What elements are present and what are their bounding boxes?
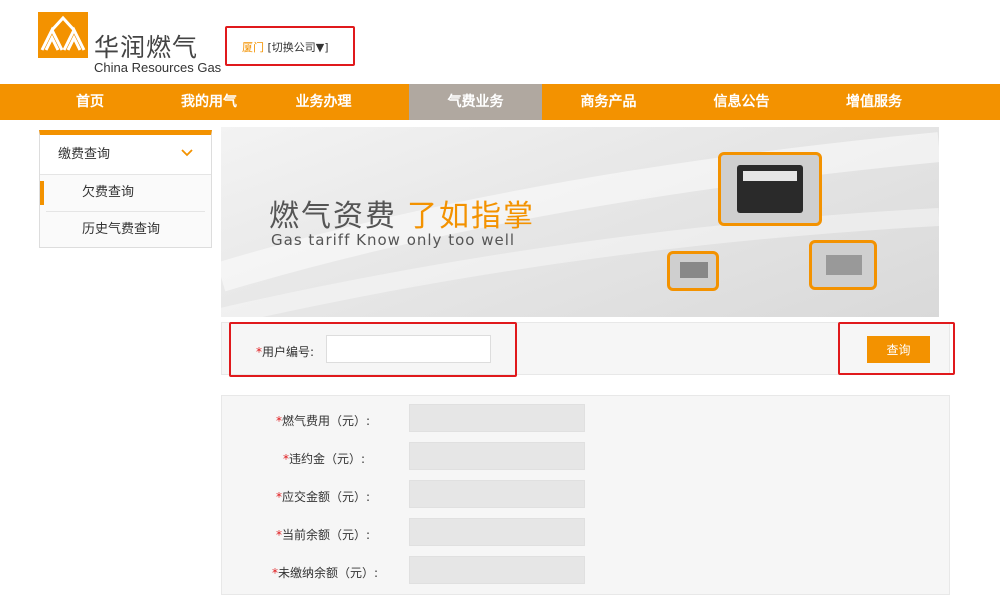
- user-id-input[interactable]: [326, 335, 491, 363]
- amount-due-label-text: 应交金额（元）:: [281, 490, 370, 504]
- current-city: 厦门: [242, 41, 264, 54]
- banner-title: 燃气资费 了如指掌: [269, 191, 535, 235]
- penalty-label: *违约金（元）:: [195, 450, 365, 467]
- unpaid-balance-label-text: 未缴纳余额（元）:: [277, 566, 378, 580]
- gas-fee-label: *燃气费用（元）:: [200, 412, 370, 429]
- unpaid-balance-label: *未缴纳余额（元）:: [208, 564, 378, 581]
- logo-mark-icon: [38, 12, 88, 58]
- logo-english-text: China Resources Gas: [94, 60, 222, 75]
- nav-products[interactable]: 商务产品: [542, 84, 675, 120]
- gas-fee-label-text: 燃气费用（元）:: [281, 414, 370, 428]
- penalty-field: [409, 442, 585, 470]
- user-id-label: *用户编号:: [256, 343, 314, 360]
- gas-fee-field: [409, 404, 585, 432]
- current-balance-label-text: 当前余额（元）:: [281, 528, 370, 542]
- nav-home[interactable]: 首页: [0, 84, 180, 120]
- city-switcher[interactable]: 厦门 [切换公司▼]: [225, 26, 355, 66]
- brand-logo[interactable]: 华润燃气 China Resources Gas: [38, 12, 238, 78]
- sidebar-group-payment-query[interactable]: 缴费查询: [40, 135, 211, 175]
- sidebar-item-arrears-query[interactable]: 欠费查询: [40, 175, 211, 211]
- amount-due-label: *应交金额（元）:: [200, 488, 370, 505]
- nav-announcements[interactable]: 信息公告: [675, 84, 808, 120]
- user-id-label-text: 用户编号:: [262, 345, 315, 359]
- chevron-down-icon: [181, 149, 193, 157]
- gas-meter-image: [718, 152, 822, 226]
- current-balance-label: *当前余额（元）:: [200, 526, 370, 543]
- penalty-label-text: 违约金（元）:: [288, 452, 365, 466]
- nav-business[interactable]: 业务办理: [238, 84, 409, 120]
- current-balance-field: [409, 518, 585, 546]
- nav-value-added[interactable]: 增值服务: [808, 84, 940, 120]
- nav-gas-fee[interactable]: 气费业务: [409, 84, 542, 120]
- banner-title-main: 燃气资费: [269, 199, 397, 234]
- query-button[interactable]: 查询: [867, 336, 930, 363]
- main-nav: 首页 我的用气 业务办理 气费业务 商务产品 信息公告 增值服务: [0, 84, 1000, 120]
- gas-meter-image: [809, 240, 877, 290]
- logo-chinese-text: 华润燃气: [94, 33, 199, 62]
- gas-meter-image: [667, 251, 719, 291]
- sidebar: 缴费查询 欠费查询 历史气费查询: [39, 130, 212, 248]
- unpaid-balance-field: [409, 556, 585, 584]
- sidebar-group-label: 缴费查询: [58, 147, 111, 162]
- banner-subtitle: Gas tariff Know only too well: [271, 231, 516, 249]
- amount-due-field: [409, 480, 585, 508]
- nav-my-gas[interactable]: 我的用气: [180, 84, 238, 120]
- switch-company-link[interactable]: [切换公司▼]: [268, 41, 329, 54]
- banner: 燃气资费 了如指掌 Gas tariff Know only too well: [221, 127, 939, 317]
- banner-title-highlight: 了如指掌: [407, 199, 535, 234]
- sidebar-item-history-query[interactable]: 历史气费查询: [46, 211, 205, 247]
